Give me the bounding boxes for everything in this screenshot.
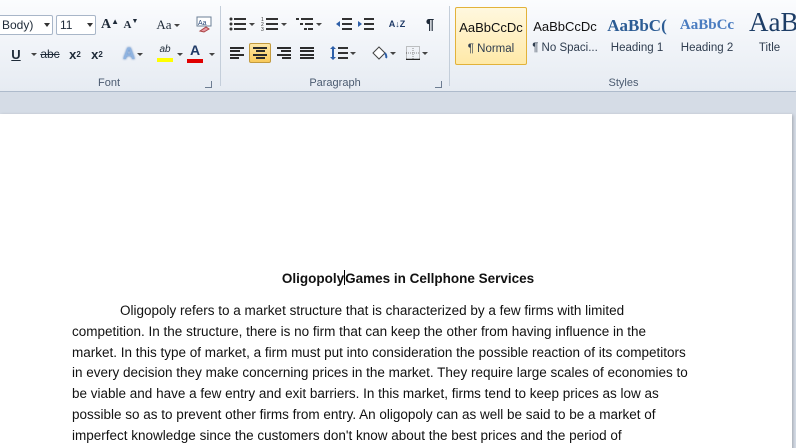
borders-icon bbox=[406, 46, 420, 60]
show-formatting-marks-button[interactable]: ¶ bbox=[420, 14, 440, 34]
font-size-box[interactable]: 11 bbox=[56, 15, 96, 35]
divider bbox=[449, 6, 450, 86]
underline-button[interactable]: U bbox=[6, 44, 26, 64]
paragraph-dialog-launcher[interactable] bbox=[435, 81, 442, 88]
chevron-down-icon bbox=[173, 23, 180, 27]
style-name: Title bbox=[758, 42, 781, 54]
font-name-box[interactable]: Body) bbox=[0, 15, 53, 35]
font-group-label: Font bbox=[97, 77, 120, 89]
style-sample: AaBbCc bbox=[679, 17, 735, 33]
align-center-button[interactable] bbox=[249, 43, 271, 63]
shading-button[interactable] bbox=[368, 43, 398, 63]
style-title[interactable]: AaB Title bbox=[743, 7, 796, 65]
chevron-down-icon bbox=[44, 23, 50, 27]
style-no-spacing[interactable]: AaBbCcDc ¶ No Spaci... bbox=[529, 7, 601, 65]
document-paragraph[interactable]: Oligopoly refers to a market structure t… bbox=[72, 301, 694, 447]
chevron-down-icon bbox=[137, 52, 144, 56]
chevron-down-icon bbox=[87, 23, 93, 27]
increase-indent-icon bbox=[358, 18, 374, 30]
document-title[interactable]: OligopolyGames in Cellphone Services bbox=[0, 270, 796, 286]
font-size-value: 11 bbox=[60, 18, 73, 32]
caret-up-icon: ▲ bbox=[111, 16, 120, 26]
chevron-down-icon[interactable] bbox=[177, 53, 183, 56]
change-case-button[interactable]: Aa bbox=[153, 15, 183, 35]
increase-indent-button[interactable] bbox=[356, 14, 376, 34]
clear-formatting-button[interactable]: Aa bbox=[193, 13, 215, 35]
style-heading-2[interactable]: AaBbCc Heading 2 bbox=[673, 7, 741, 65]
bullets-button[interactable] bbox=[228, 14, 256, 34]
align-center-icon bbox=[253, 47, 267, 59]
chevron-down-icon bbox=[350, 51, 356, 55]
chevron-down-icon bbox=[281, 22, 287, 26]
style-name: ¶ Normal bbox=[467, 43, 515, 55]
align-right-button[interactable] bbox=[273, 43, 295, 63]
style-normal[interactable]: AaBbCcDc ¶ Normal bbox=[455, 7, 527, 65]
chevron-down-icon[interactable] bbox=[209, 53, 215, 56]
align-left-icon bbox=[230, 47, 244, 59]
line-spacing-button[interactable] bbox=[328, 43, 358, 63]
grow-font-button[interactable]: A ▲ bbox=[100, 15, 120, 35]
line-spacing-icon bbox=[330, 46, 348, 60]
font-name-value: Body) bbox=[2, 18, 34, 32]
ribbon: Body) 11 A ▲ A ▼ Aa Aa U abc x 2 x 2 A a… bbox=[0, 0, 796, 92]
align-left-button[interactable] bbox=[226, 43, 248, 63]
bullets-icon bbox=[229, 17, 246, 31]
caret-down-icon: ▼ bbox=[131, 17, 139, 25]
divider bbox=[220, 6, 221, 86]
style-name: ¶ No Spaci... bbox=[532, 42, 598, 54]
highlight-swatch bbox=[157, 57, 173, 62]
paragraph-group: 1 2 3 A↓Z ¶ Paragraph bbox=[222, 0, 448, 92]
chevron-down-icon bbox=[422, 51, 428, 55]
style-sample: AaBbC( bbox=[607, 16, 667, 35]
clear-formatting-icon: Aa bbox=[196, 16, 212, 33]
chevron-down-icon[interactable] bbox=[31, 53, 37, 56]
text-effects-button[interactable]: A bbox=[118, 44, 148, 64]
highlight-button[interactable]: ab bbox=[150, 42, 180, 64]
font-dialog-launcher[interactable] bbox=[205, 81, 212, 88]
svg-text:3: 3 bbox=[261, 27, 264, 31]
style-sample: AaBbCcDc bbox=[533, 19, 597, 34]
decrease-indent-button[interactable] bbox=[334, 14, 354, 34]
multilevel-list-icon bbox=[296, 18, 313, 30]
shrink-font-button[interactable]: A ▼ bbox=[122, 15, 140, 35]
font-color-button[interactable]: A bbox=[184, 42, 206, 64]
style-name: Heading 2 bbox=[680, 42, 734, 54]
borders-button[interactable] bbox=[402, 43, 432, 63]
decrease-indent-icon bbox=[336, 18, 352, 30]
align-right-icon bbox=[277, 47, 291, 59]
paragraph-group-label: Paragraph bbox=[309, 77, 361, 89]
justify-button[interactable] bbox=[296, 43, 318, 63]
chevron-down-icon bbox=[249, 22, 255, 26]
paint-bucket-icon bbox=[372, 46, 388, 60]
svg-text:Aa: Aa bbox=[198, 20, 207, 27]
style-sample: AaB bbox=[749, 7, 796, 37]
numbering-icon: 1 2 3 bbox=[261, 17, 278, 31]
justify-icon bbox=[300, 47, 314, 59]
strikethrough-button[interactable]: abc bbox=[38, 44, 62, 64]
styles-group-label: Styles bbox=[608, 77, 639, 89]
chevron-down-icon bbox=[316, 22, 322, 26]
style-sample: AaBbCcDc bbox=[459, 20, 523, 35]
numbering-button[interactable]: 1 2 3 bbox=[260, 14, 288, 34]
multilevel-list-button[interactable] bbox=[294, 14, 324, 34]
chevron-down-icon bbox=[390, 51, 396, 55]
style-name: Heading 1 bbox=[610, 42, 664, 54]
superscript-button[interactable]: x2 bbox=[88, 44, 106, 64]
sort-button[interactable]: A↓Z bbox=[386, 14, 408, 34]
style-heading-1[interactable]: AaBbC( Heading 1 bbox=[603, 7, 671, 65]
font-group: Body) 11 A ▲ A ▼ Aa Aa U abc x 2 x 2 A a… bbox=[0, 0, 218, 92]
subscript-button[interactable]: x2 bbox=[66, 44, 84, 64]
styles-group: AaBbCcDc ¶ Normal AaBbCcDc ¶ No Spaci...… bbox=[451, 0, 796, 92]
font-color-swatch bbox=[187, 58, 203, 63]
